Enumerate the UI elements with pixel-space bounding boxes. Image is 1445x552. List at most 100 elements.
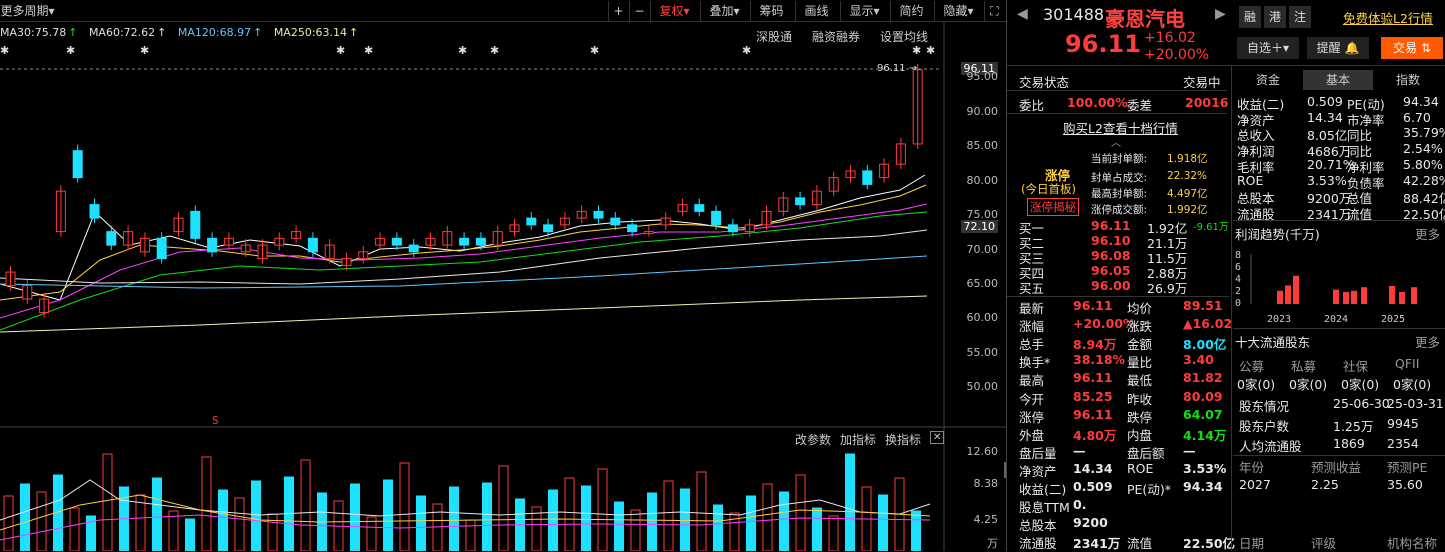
stock-name: 豪恩汽电 [1105, 7, 1185, 31]
gang-badge[interactable]: 港 [1264, 6, 1286, 28]
bid-price: 96.00 [1091, 278, 1131, 293]
zt-row1-label: 当前封单额: [1091, 153, 1148, 165]
zt-row3-value: 4.497亿 [1167, 188, 1208, 200]
quote-label: ROE [1127, 460, 1154, 476]
zhu-badge[interactable]: 注 [1289, 6, 1311, 28]
vol-unit-label: 万 [987, 537, 998, 550]
volume-bar [564, 477, 575, 551]
collapse-icon[interactable]: ︿ [1111, 134, 1121, 149]
profit-y-label: 2 [1235, 286, 1241, 297]
vol-axis-label: 4.25 [973, 513, 999, 526]
candlestick-plot[interactable]: S [0, 0, 1006, 551]
forecast-header: 预测PE [1387, 460, 1428, 475]
axis-label: 65.00 [966, 277, 999, 290]
change-indicator-link[interactable]: 换指标 [885, 431, 921, 448]
zt-row4-value: 1.992亿 [1167, 204, 1208, 216]
forecast-header: 年份 [1239, 460, 1265, 475]
axis-label: 50.00 [966, 380, 999, 393]
quote-value: 64.07 [1183, 406, 1223, 422]
holder-col-label: 社保 [1343, 359, 1369, 374]
quote-value: 38.18% [1073, 352, 1126, 368]
volume-bar [696, 471, 707, 551]
quote-value: 0. [1073, 497, 1087, 513]
volume-bar [399, 462, 410, 551]
fund-value: 42.28% [1403, 172, 1445, 188]
alert-label: 提醒 [1316, 41, 1341, 55]
profit-y-label: 6 [1235, 262, 1241, 273]
forecast-header: 预测收益 [1311, 460, 1362, 475]
kline-chart-area[interactable]: 更多周期▾ + − 复权▾ 叠加▾ 筹码 画线 显示▾ 简约 隐藏▾ ⛶ MA3… [0, 0, 1007, 551]
holder-col-label: 公募 [1239, 359, 1265, 374]
holder-stat-value: 25-06-30 [1333, 396, 1390, 411]
holder-stat-label: 股东户数 [1239, 419, 1290, 434]
holder-stat-label: 股东情况 [1239, 399, 1290, 414]
axis-label: 55.00 [966, 346, 999, 359]
forecast-footer: 评级 [1311, 536, 1337, 551]
volume-bar [663, 480, 674, 551]
weicha-label: 委差 [1127, 98, 1153, 113]
profit-bar [1411, 287, 1417, 304]
price-change-pct: +20.00% [1144, 47, 1210, 63]
prev-stock-icon[interactable]: ◀ [1017, 6, 1028, 22]
bid-price: 96.08 [1091, 248, 1131, 263]
zt-row2-value: 22.32% [1167, 170, 1208, 182]
quote-value: 8.94万 [1073, 337, 1117, 353]
add-indicator-link[interactable]: 加指标 [840, 431, 876, 448]
profit-bar [1285, 285, 1291, 304]
tab-fund[interactable]: 资金 [1233, 70, 1303, 90]
forecast-value: 35.60 [1387, 477, 1423, 492]
forecast-footer: 日期 [1239, 536, 1265, 551]
price-line-label: 96.11 → [877, 63, 918, 74]
quote-label: 最低 [1127, 373, 1153, 389]
trade-button[interactable]: 交易 ⇅ [1381, 37, 1443, 59]
quote-value: 9200 [1073, 515, 1108, 531]
holder-col-value: 0家(0) [1237, 377, 1276, 392]
zt-row2-label: 封单占成交: [1091, 172, 1148, 184]
volume-bar [416, 495, 426, 551]
quote-value: 4.80万 [1073, 427, 1117, 443]
candles-group [5, 63, 923, 318]
rong-badge[interactable]: 融 [1239, 6, 1261, 28]
quote-label: 昨收 [1127, 391, 1153, 407]
volume-bar [680, 488, 690, 551]
holders-more-link[interactable]: 更多 [1415, 332, 1440, 351]
forecast-value: 2.25 [1311, 477, 1339, 492]
next-stock-icon[interactable]: ▶ [1215, 6, 1226, 22]
zt-reveal-button[interactable]: 涨停揭秘 [1027, 198, 1079, 216]
quote-label: 流通股 [1019, 536, 1057, 552]
volume-bar [36, 491, 47, 551]
volume-bar [465, 519, 476, 551]
axis-label: 95.00 [966, 70, 999, 83]
fund-value: 14.34 [1307, 109, 1343, 125]
stock-side-panel: ◀ 301488 豪恩汽电 ▶ 融 港 注 免费体验L2行情 96.11 +16… [1006, 0, 1445, 551]
quote-value: 85.25 [1073, 388, 1113, 404]
tab-basic[interactable]: 基本 [1303, 70, 1373, 90]
tab-index[interactable]: 指数 [1373, 70, 1443, 90]
axis-label: 85.00 [966, 139, 999, 152]
quote-label: 外盘 [1019, 427, 1045, 443]
fund-value: 5.80% [1403, 156, 1443, 172]
quote-value: 8.00亿 [1183, 337, 1227, 353]
quote-label: 涨幅 [1019, 319, 1045, 335]
forecast-value: 2027 [1239, 477, 1271, 492]
add-watchlist-button[interactable]: 自选＋▾ [1237, 37, 1299, 59]
edit-params-link[interactable]: 改参数 [795, 431, 831, 448]
quote-label: 流值 [1127, 536, 1153, 552]
volume-bar [630, 509, 641, 551]
profit-y-label: 4 [1235, 274, 1241, 285]
bid-price: 96.11 [1091, 218, 1131, 233]
close-icon[interactable]: ✕ [930, 431, 945, 444]
alert-button[interactable]: 提醒 🔔 [1307, 37, 1369, 59]
quote-label: 今开 [1019, 391, 1045, 407]
quote-label: 跌停 [1127, 409, 1153, 425]
profit-bar [1389, 286, 1395, 304]
profit-x-label: 2025 [1381, 314, 1405, 325]
volume-bar [432, 503, 443, 551]
holder-stat-value: 2354 [1387, 436, 1419, 451]
l2-trial-link[interactable]: 免费体验L2行情 [1343, 8, 1433, 27]
last-price: 96.11 [1065, 30, 1141, 58]
quote-label: 盘后量 [1019, 445, 1057, 461]
holders-title: 十大流通股东 [1235, 335, 1311, 350]
profit-bar [1399, 292, 1405, 304]
price-axis: 96.11 95.00 90.00 85.00 80.00 75.00 72.1… [944, 0, 1004, 551]
